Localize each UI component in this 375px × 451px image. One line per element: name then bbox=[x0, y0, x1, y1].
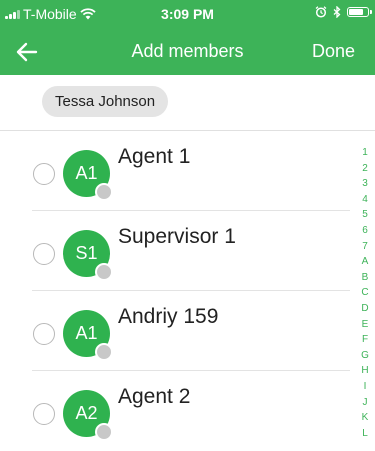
section-index[interactable]: 1234567ABCDEFGHIJKL bbox=[355, 145, 375, 441]
index-letter[interactable]: 5 bbox=[362, 207, 368, 223]
index-letter[interactable]: 2 bbox=[362, 161, 368, 177]
index-letter[interactable]: 7 bbox=[362, 239, 368, 255]
alarm-clock-icon bbox=[315, 6, 327, 18]
nav-bar: Add members Done bbox=[0, 29, 375, 75]
contact-name: Supervisor 1 bbox=[118, 225, 236, 248]
index-letter[interactable]: 6 bbox=[362, 223, 368, 239]
presence-status-icon bbox=[95, 183, 113, 201]
contact-row[interactable]: A2 Agent 2 bbox=[0, 371, 350, 451]
contact-name: Agent 2 bbox=[118, 385, 191, 408]
index-letter[interactable]: C bbox=[361, 285, 368, 301]
index-letter[interactable]: I bbox=[364, 379, 367, 395]
contact-row[interactable]: A1 Andriy 159 bbox=[0, 291, 350, 371]
select-radio[interactable] bbox=[33, 243, 55, 265]
contact-name: Agent 1 bbox=[118, 145, 191, 168]
index-letter[interactable]: 1 bbox=[362, 145, 368, 161]
selected-member-chip[interactable]: Tessa Johnson bbox=[42, 86, 169, 117]
status-bar: T-Mobile 3:09 PM bbox=[0, 0, 375, 29]
index-letter[interactable]: D bbox=[361, 301, 368, 317]
presence-status-icon bbox=[95, 263, 113, 281]
index-letter[interactable]: G bbox=[361, 348, 369, 364]
select-radio[interactable] bbox=[33, 323, 55, 345]
done-button[interactable]: Done bbox=[312, 41, 355, 62]
index-letter[interactable]: B bbox=[362, 270, 369, 286]
battery-icon bbox=[347, 7, 372, 17]
bluetooth-icon bbox=[333, 6, 341, 18]
index-letter[interactable]: 4 bbox=[362, 192, 368, 208]
status-right bbox=[315, 6, 372, 18]
contact-name: Andriy 159 bbox=[118, 305, 219, 328]
select-radio[interactable] bbox=[33, 163, 55, 185]
index-letter[interactable]: 3 bbox=[362, 176, 368, 192]
contact-row[interactable]: S1 Supervisor 1 bbox=[0, 211, 350, 291]
contact-row[interactable]: A1 Agent 1 bbox=[0, 131, 350, 211]
select-radio[interactable] bbox=[33, 403, 55, 425]
index-letter[interactable]: H bbox=[361, 363, 368, 379]
presence-status-icon bbox=[95, 423, 113, 441]
index-letter[interactable]: A bbox=[362, 254, 369, 270]
index-letter[interactable]: L bbox=[362, 426, 368, 442]
index-letter[interactable]: J bbox=[363, 395, 368, 411]
index-letter[interactable]: F bbox=[362, 332, 368, 348]
index-letter[interactable]: E bbox=[362, 317, 369, 333]
presence-status-icon bbox=[95, 343, 113, 361]
index-letter[interactable]: K bbox=[362, 410, 369, 426]
